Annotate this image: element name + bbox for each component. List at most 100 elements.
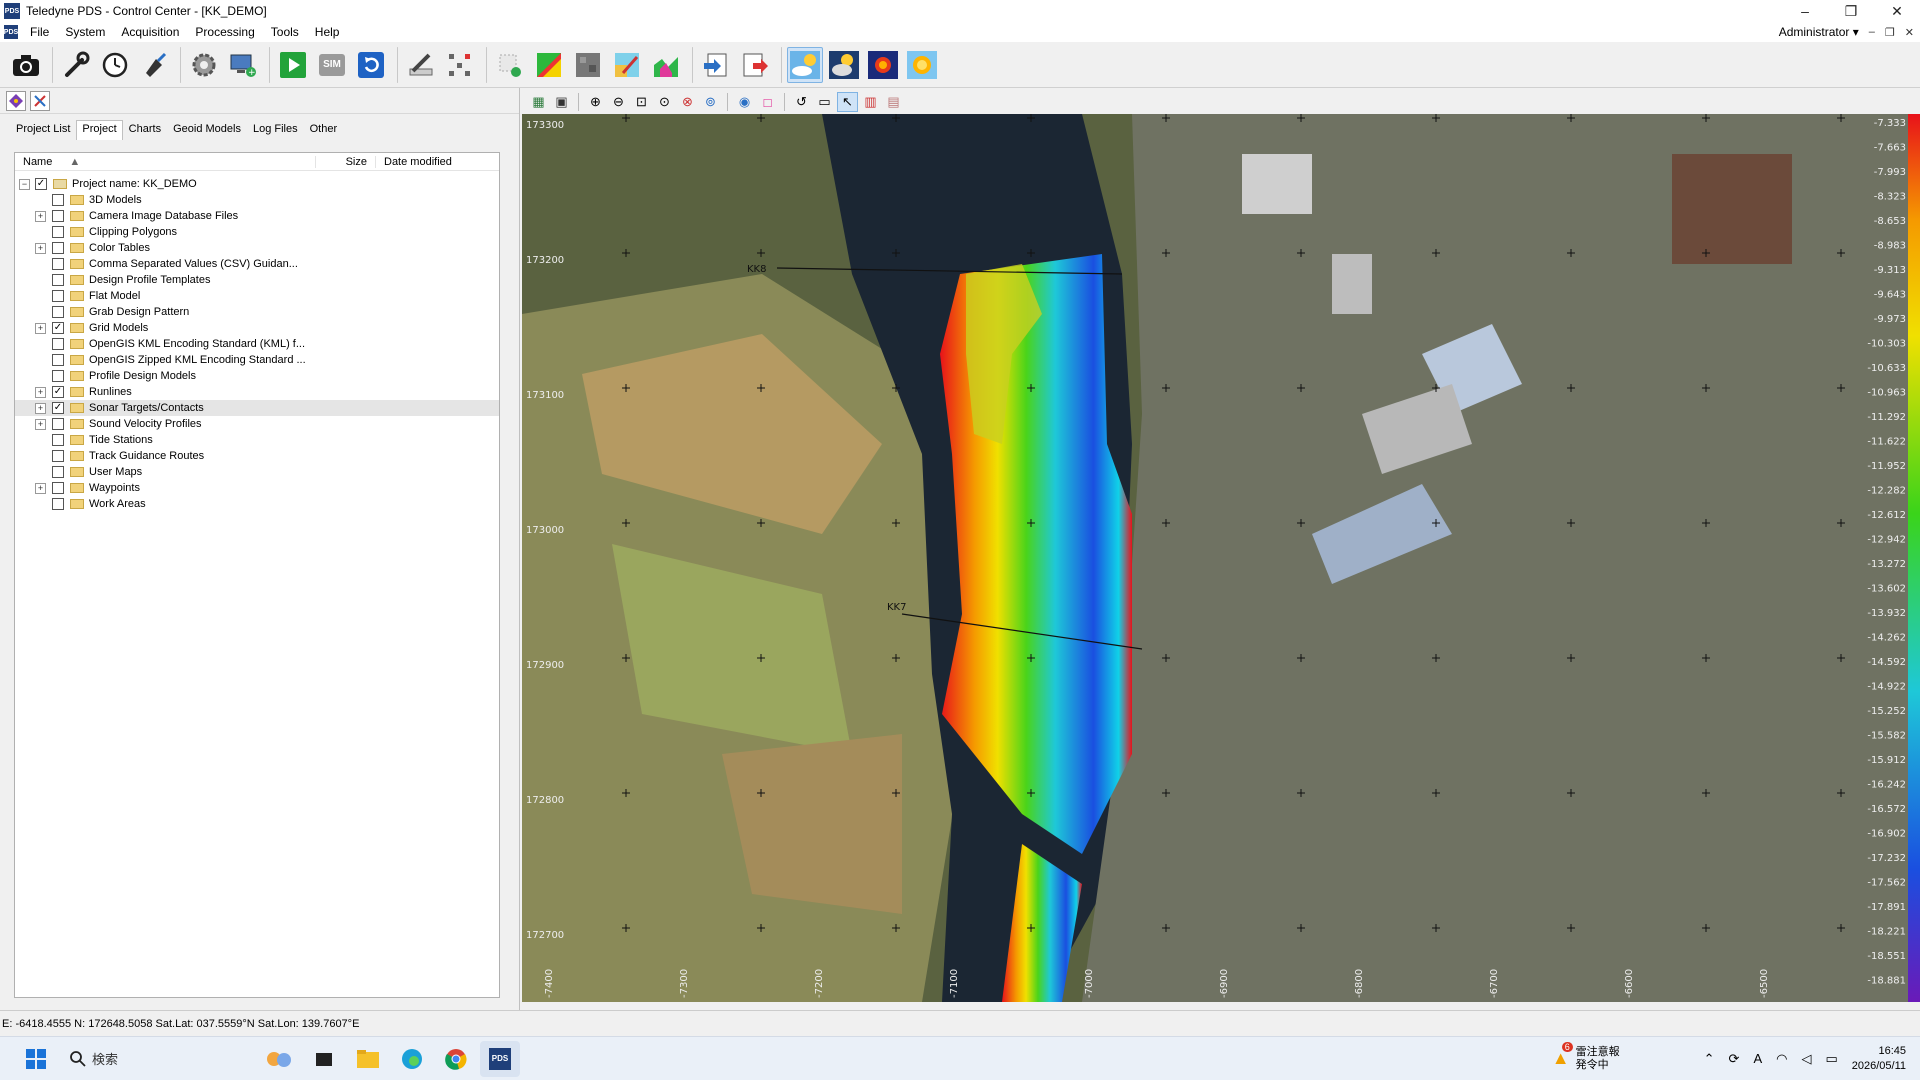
tree-item[interactable]: User Maps bbox=[15, 464, 499, 480]
close-button[interactable]: ✕ bbox=[1874, 0, 1920, 22]
export-button[interactable] bbox=[737, 47, 773, 83]
pds-taskbar-button[interactable]: PDS bbox=[480, 1040, 520, 1077]
project-root-row[interactable]: − ✓ Project name: KK_DEMO bbox=[15, 176, 499, 192]
chart-edit-button[interactable] bbox=[609, 47, 645, 83]
map-save-button[interactable]: ▣ bbox=[551, 92, 572, 112]
battery-icon[interactable]: ▭ bbox=[1825, 1051, 1837, 1067]
chrome-button[interactable] bbox=[436, 1041, 476, 1077]
import-button[interactable] bbox=[698, 47, 734, 83]
dusk-mode-button[interactable] bbox=[865, 47, 901, 83]
volume-icon[interactable]: ◁ bbox=[1801, 1051, 1811, 1067]
tree-item[interactable]: + Sound Velocity Profiles bbox=[15, 416, 499, 432]
layer-checkbox[interactable] bbox=[52, 450, 64, 462]
mdi-minimize-icon[interactable]: – bbox=[1869, 26, 1875, 38]
zoom-out-button[interactable]: ⊖ bbox=[608, 92, 629, 112]
rotate-button[interactable]: ↺ bbox=[791, 92, 812, 112]
menu-app-icon[interactable]: PDS bbox=[4, 25, 18, 39]
layer-checkbox[interactable] bbox=[52, 354, 64, 366]
camera-button[interactable] bbox=[8, 47, 44, 83]
collapse-icon[interactable]: − bbox=[19, 178, 30, 190]
simulation-button[interactable]: SIM bbox=[314, 47, 350, 83]
expand-icon[interactable]: + bbox=[35, 322, 46, 334]
map-layers-button[interactable]: ▦ bbox=[528, 92, 549, 112]
edge-button[interactable] bbox=[392, 1041, 432, 1077]
legend-button[interactable]: ▥ bbox=[860, 92, 881, 112]
mdi-close-icon[interactable]: ✕ bbox=[1905, 26, 1914, 39]
minimize-button[interactable]: – bbox=[1782, 0, 1828, 22]
tab-other[interactable]: Other bbox=[304, 120, 344, 140]
tree-item[interactable]: + ✓ Runlines bbox=[15, 384, 499, 400]
texture-button[interactable] bbox=[570, 47, 606, 83]
tree-item[interactable]: Track Guidance Routes bbox=[15, 448, 499, 464]
profile-button[interactable] bbox=[648, 47, 684, 83]
zoom-in-button[interactable]: ⊕ bbox=[585, 92, 606, 112]
layer-checkbox[interactable] bbox=[52, 290, 64, 302]
chevron-up-icon[interactable]: ⌃ bbox=[1704, 1051, 1715, 1067]
expand-icon[interactable]: + bbox=[35, 402, 46, 414]
layer-checkbox[interactable]: ✓ bbox=[52, 386, 64, 398]
expand-icon[interactable]: + bbox=[35, 386, 46, 398]
menu-help[interactable]: Help bbox=[307, 25, 348, 39]
settings-button[interactable] bbox=[186, 47, 222, 83]
map-canvas[interactable]: KK8 KK7 -7.333 -7.663 -7.993 -8.323 -8.653 -8… bbox=[522, 114, 1920, 1002]
layer-checkbox[interactable] bbox=[52, 306, 64, 318]
reload-button[interactable] bbox=[353, 47, 389, 83]
layer-checkbox[interactable] bbox=[52, 242, 64, 254]
add-device-button[interactable]: + bbox=[225, 47, 261, 83]
expand-icon[interactable]: + bbox=[35, 418, 46, 430]
tree-item[interactable]: + Color Tables bbox=[15, 240, 499, 256]
tree-item[interactable]: Flat Model bbox=[15, 288, 499, 304]
layer-checkbox[interactable] bbox=[52, 418, 64, 430]
bright-mode-button[interactable] bbox=[904, 47, 940, 83]
search-bar[interactable]: 検索 bbox=[60, 1044, 200, 1074]
tree-item[interactable]: Comma Separated Values (CSV) Guidan... bbox=[15, 256, 499, 272]
clock[interactable]: 16:45 2026/05/11 bbox=[1852, 1044, 1906, 1074]
menu-system[interactable]: System bbox=[57, 25, 113, 39]
menu-acquisition[interactable]: Acquisition bbox=[113, 25, 187, 39]
measure-button[interactable]: ▭ bbox=[814, 92, 835, 112]
tree-item[interactable]: + ✓ Sonar Targets/Contacts bbox=[15, 400, 499, 416]
column-size[interactable]: Size bbox=[315, 155, 375, 168]
map-view[interactable]: KK8 KK7 -7.333 -7.663 -7.993 -8.323 -8.653 -8… bbox=[522, 114, 1920, 1002]
column-name[interactable]: Name ▲ bbox=[15, 156, 315, 168]
mdi-restore-icon[interactable]: ❐ bbox=[1885, 26, 1895, 39]
panel-tool-button-2[interactable] bbox=[30, 90, 50, 111]
tab-charts[interactable]: Charts bbox=[123, 120, 167, 140]
network-button[interactable] bbox=[442, 47, 478, 83]
tree-item[interactable]: Design Profile Templates bbox=[15, 272, 499, 288]
checkbox[interactable]: ✓ bbox=[35, 178, 47, 190]
sync-icon[interactable]: ⟳ bbox=[1729, 1051, 1740, 1067]
menu-processing[interactable]: Processing bbox=[187, 25, 262, 39]
layer-checkbox[interactable] bbox=[52, 194, 64, 206]
start-button[interactable] bbox=[16, 1041, 56, 1077]
center-vessel-button[interactable]: ◉ bbox=[734, 92, 755, 112]
run-button[interactable] bbox=[275, 47, 311, 83]
tab-log-files[interactable]: Log Files bbox=[247, 120, 304, 140]
menu-file[interactable]: File bbox=[22, 25, 57, 39]
layer-checkbox[interactable] bbox=[52, 258, 64, 270]
wrench-button[interactable] bbox=[58, 47, 94, 83]
day-mode-button[interactable] bbox=[787, 46, 823, 83]
expand-icon[interactable]: + bbox=[35, 242, 46, 254]
tree-item[interactable]: Tide Stations bbox=[15, 432, 499, 448]
layer-checkbox[interactable]: ✓ bbox=[52, 322, 64, 334]
edit-survey-button[interactable] bbox=[403, 47, 439, 83]
wifi-icon[interactable]: ◠ bbox=[1776, 1051, 1787, 1067]
zoom-extent-button[interactable]: ⊙ bbox=[654, 92, 675, 112]
tree-item[interactable]: Profile Design Models bbox=[15, 368, 499, 384]
grid-model-button[interactable] bbox=[531, 47, 567, 83]
tree-item[interactable]: Work Areas bbox=[15, 496, 499, 512]
column-date-modified[interactable]: Date modified bbox=[375, 155, 495, 168]
tree-item[interactable]: + Waypoints bbox=[15, 480, 499, 496]
tab-project[interactable]: Project bbox=[76, 120, 123, 140]
layer-checkbox[interactable] bbox=[52, 226, 64, 238]
cloudy-mode-button[interactable] bbox=[826, 47, 862, 83]
layer-checkbox[interactable] bbox=[52, 338, 64, 350]
clock-button[interactable] bbox=[97, 47, 133, 83]
layer-checkbox[interactable] bbox=[52, 482, 64, 494]
expand-icon[interactable]: + bbox=[35, 210, 46, 222]
user-dropdown[interactable]: Administrator ▾ bbox=[1779, 25, 1859, 39]
zoom-previous-button[interactable]: ⊗ bbox=[677, 92, 698, 112]
panel-tool-button-1[interactable] bbox=[6, 90, 26, 111]
restore-button[interactable]: ❐ bbox=[1828, 0, 1874, 22]
